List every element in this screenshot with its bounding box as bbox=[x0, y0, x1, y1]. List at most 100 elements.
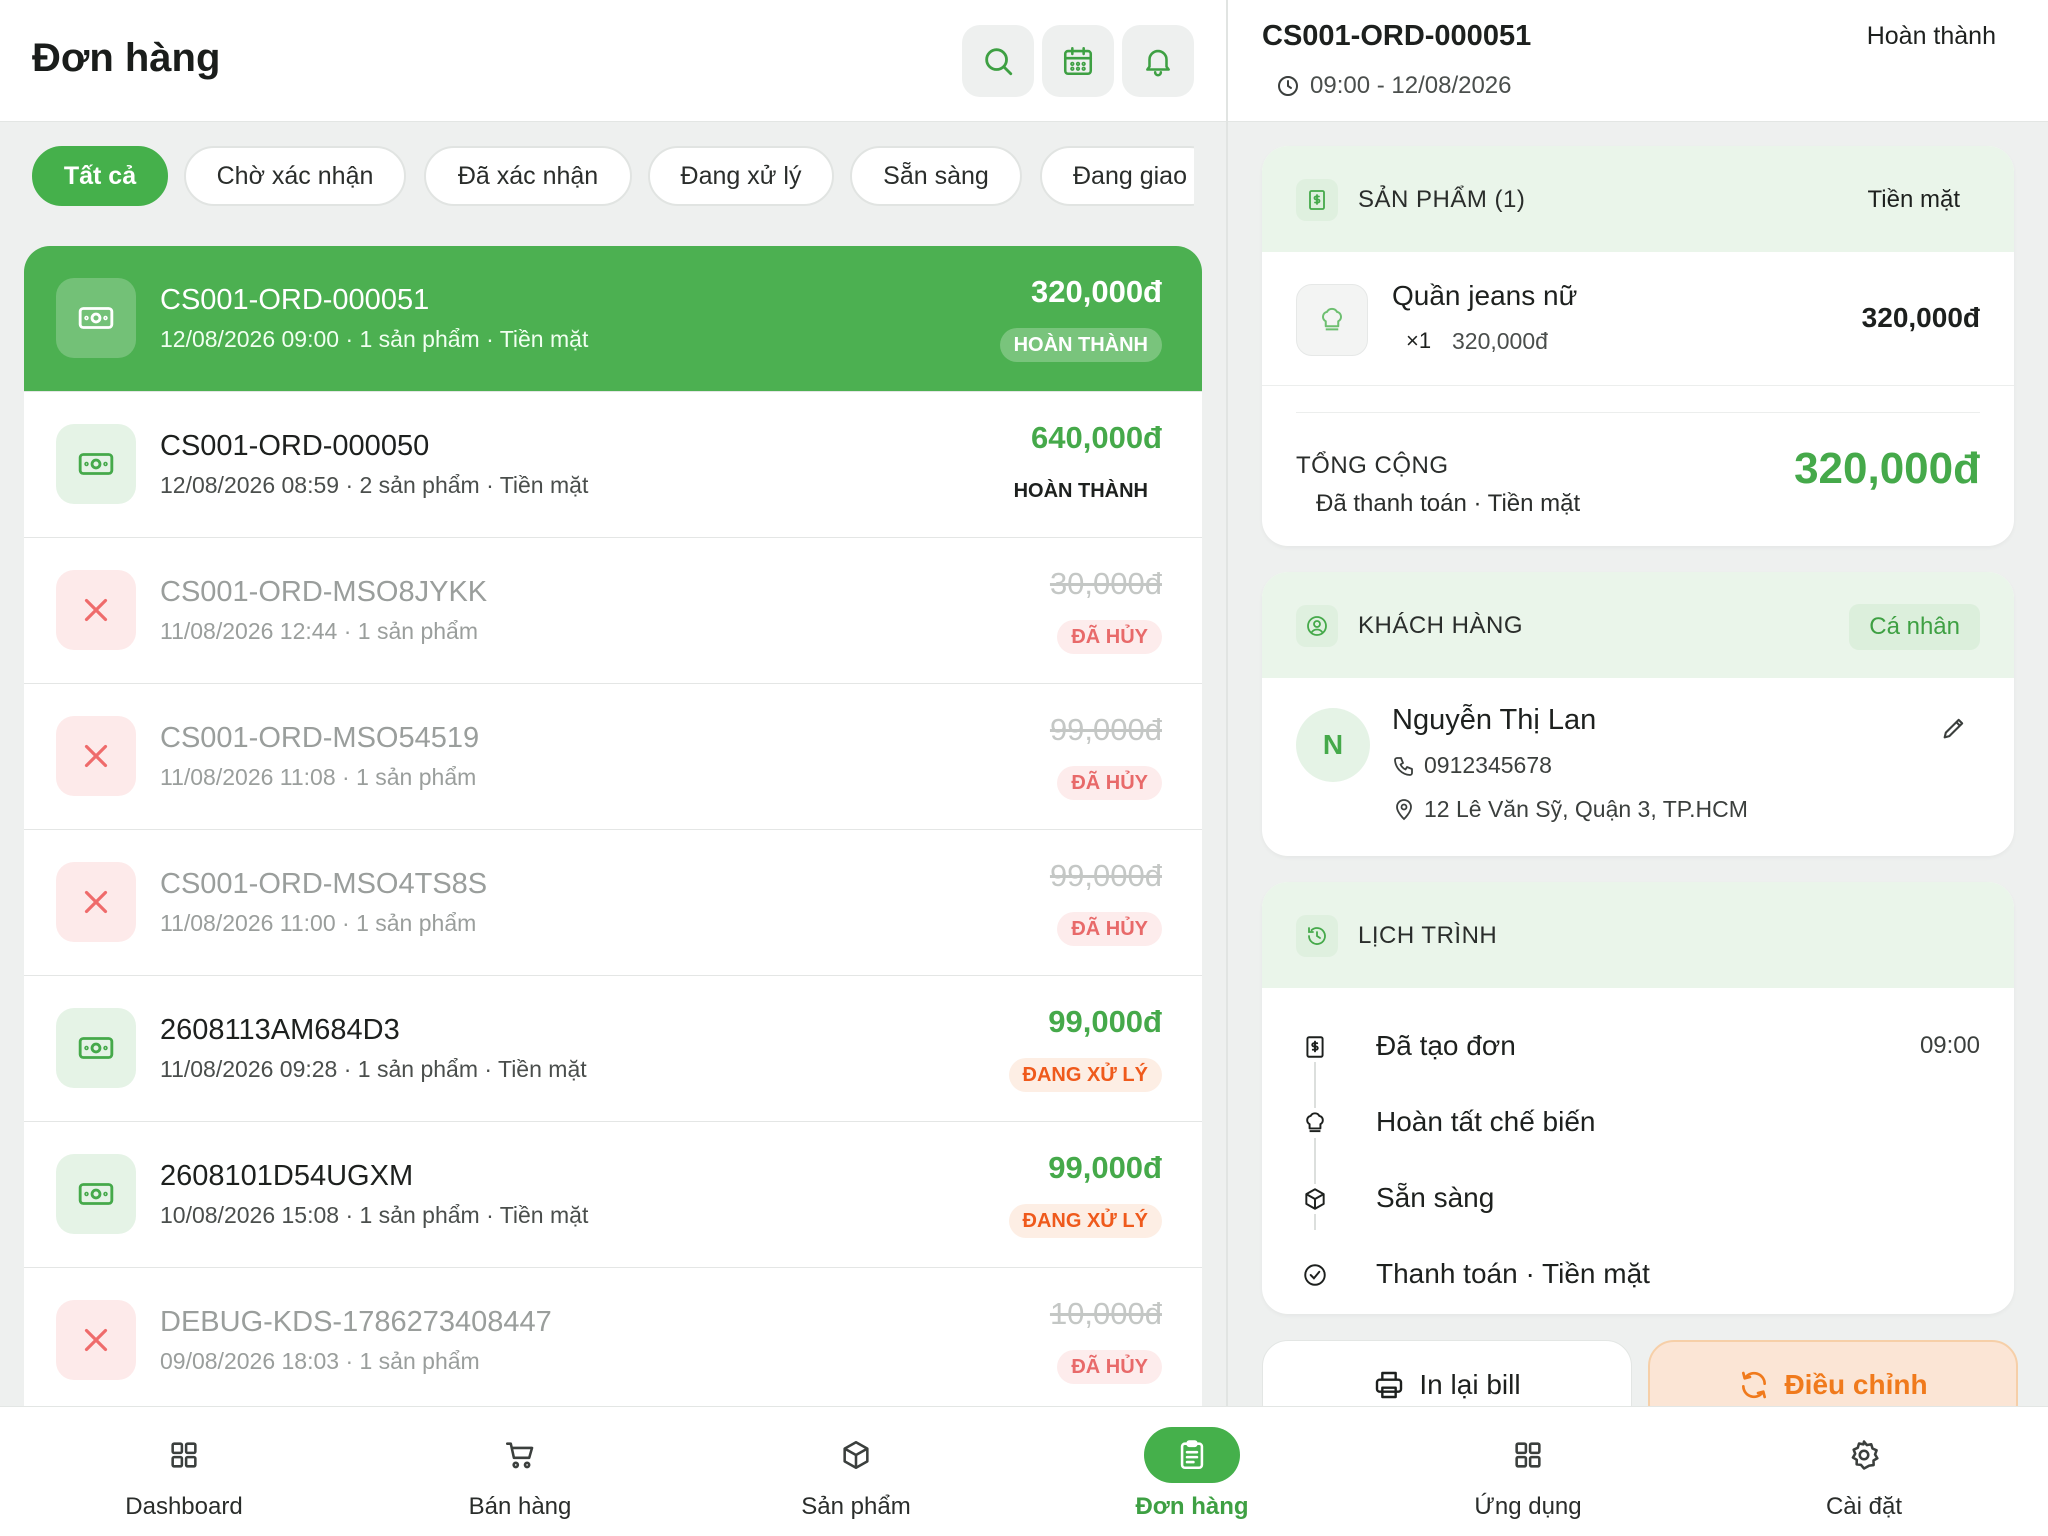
order-meta: 11/08/2026 11:08 · 1 sản phẩm bbox=[160, 764, 477, 790]
order-list: CS001-ORD-000051 12/08/2026 09:00 · 1 sả… bbox=[24, 246, 1202, 1406]
page-title: Đơn hàng bbox=[32, 36, 221, 80]
order-detail-pane: CS001-ORD-000051 Hoàn thành 09:00 - 12/0… bbox=[1228, 0, 2048, 1406]
order-price: 99,000đ bbox=[1048, 1004, 1162, 1039]
filter-chip-delivering[interactable]: Đang giao bbox=[1040, 146, 1194, 206]
nav-item-sales[interactable]: Bán hàng bbox=[350, 1407, 690, 1536]
search-button[interactable] bbox=[962, 25, 1034, 97]
receipt-icon bbox=[1296, 179, 1338, 221]
filter-chip-all[interactable]: Tất cả bbox=[32, 146, 168, 206]
check-circle-icon bbox=[1300, 1260, 1330, 1290]
order-price: 640,000đ bbox=[1031, 420, 1162, 455]
timeline-item: Đã tạo đơn 09:00 bbox=[1262, 1018, 2014, 1074]
detail-header: CS001-ORD-000051 Hoàn thành 09:00 - 12/0… bbox=[1228, 0, 2048, 122]
order-row[interactable]: CS001-ORD-000051 12/08/2026 09:00 · 1 sả… bbox=[24, 246, 1202, 392]
order-row[interactable]: CS001-ORD-000050 12/08/2026 08:59 · 2 sả… bbox=[24, 392, 1202, 538]
cash-icon bbox=[56, 278, 136, 358]
adjust-order-button[interactable]: Điều chỉnh bbox=[1648, 1340, 2018, 1406]
calendar-icon bbox=[1063, 46, 1093, 76]
filter-chip-processing[interactable]: Đang xử lý bbox=[648, 146, 834, 206]
order-row[interactable]: CS001-ORD-MSO54519 11/08/2026 11:08 · 1 … bbox=[24, 684, 1202, 830]
close-icon bbox=[56, 862, 136, 942]
box-icon bbox=[808, 1427, 904, 1483]
order-meta: 11/08/2026 12:44 · 1 sản phẩm bbox=[160, 618, 478, 644]
product-line-total: 320,000đ bbox=[1861, 302, 1980, 333]
printer-icon bbox=[1376, 1371, 1403, 1399]
customer-address: 12 Lê Văn Sỹ, Quận 3, TP.HCM bbox=[1392, 796, 1748, 823]
timeline-card-header: LỊCH TRÌNH bbox=[1262, 882, 2014, 988]
close-icon bbox=[56, 570, 136, 650]
edit-customer-button[interactable] bbox=[1934, 708, 1974, 748]
timeline-card: LỊCH TRÌNH Đã tạo đơn 09:00 Hoàn tất chế… bbox=[1262, 882, 2014, 1314]
filter-chip-ready[interactable]: Sẵn sàng bbox=[850, 146, 1022, 206]
total-divider bbox=[1296, 412, 1980, 413]
chef-hat-icon bbox=[1296, 284, 1368, 356]
status-badge: HOÀN THÀNH bbox=[999, 328, 1162, 362]
clock-icon bbox=[1278, 76, 1298, 96]
phone-icon bbox=[1394, 756, 1413, 776]
search-icon bbox=[985, 48, 1013, 76]
nav-label: Sản phẩm bbox=[801, 1493, 911, 1520]
product-item: Quần jeans nữ ×1 320,000đ 320,000đ bbox=[1262, 252, 2014, 386]
cart-icon bbox=[472, 1427, 568, 1483]
total-payment-status: Đã thanh toán · Tiền mặt bbox=[1316, 490, 1581, 517]
products-card: SẢN PHẨM (1) Tiền mặt Quần jeans nữ ×1 3… bbox=[1262, 146, 2014, 546]
order-id: CS001-ORD-MSO54519 bbox=[160, 722, 480, 754]
nav-label: Ứng dụng bbox=[1474, 1493, 1582, 1520]
customer-phone-text: 0912345678 bbox=[1424, 752, 1552, 778]
order-price: 30,000đ bbox=[1049, 566, 1162, 601]
nav-label: Đơn hàng bbox=[1135, 1493, 1249, 1520]
order-price: 10,000đ bbox=[1049, 1296, 1162, 1331]
history-icon bbox=[1296, 915, 1338, 957]
detail-time: 09:00 - 12/08/2026 bbox=[1276, 72, 1512, 100]
order-price: 320,000đ bbox=[1031, 274, 1162, 309]
order-row[interactable]: 2608101D54UGXM 10/08/2026 15:08 · 1 sản … bbox=[24, 1122, 1202, 1268]
order-id: DEBUG-KDS-1786273408447 bbox=[160, 1306, 552, 1338]
clipboard-icon bbox=[1144, 1427, 1240, 1483]
reprint-bill-button[interactable]: In lại bill bbox=[1262, 1340, 1632, 1406]
order-meta: 12/08/2026 09:00 · 1 sản phẩm · Tiền mặt bbox=[160, 326, 589, 352]
nav-item-orders[interactable]: Đơn hàng bbox=[1022, 1407, 1362, 1536]
map-pin-icon bbox=[1396, 798, 1412, 820]
order-meta: 12/08/2026 08:59 · 2 sản phẩm · Tiền mặt bbox=[160, 472, 589, 498]
filter-chip-pending[interactable]: Chờ xác nhận bbox=[184, 146, 406, 206]
status-filter-bar: Tất cả Chờ xác nhận Đã xác nhận Đang xử … bbox=[32, 146, 1194, 206]
calendar-button[interactable] bbox=[1042, 25, 1114, 97]
nav-item-dashboard[interactable]: Dashboard bbox=[14, 1407, 354, 1536]
status-badge: ĐANG XỬ LÝ bbox=[1008, 1204, 1162, 1238]
close-icon bbox=[56, 716, 136, 796]
nav-item-settings[interactable]: Cài đặt bbox=[1694, 1407, 2034, 1536]
adjust-order-label: Điều chỉnh bbox=[1784, 1369, 1928, 1400]
nav-label: Bán hàng bbox=[468, 1493, 572, 1520]
status-badge: ĐÃ HỦY bbox=[1057, 620, 1162, 654]
product-quantity: ×1 bbox=[1406, 328, 1432, 353]
orders-header: Đơn hàng bbox=[0, 0, 1226, 122]
order-meta: 11/08/2026 11:00 · 1 sản phẩm bbox=[160, 910, 477, 936]
orders-pane: Đơn hàng Tất cả Chờ xác nhận Đã xác nhận… bbox=[0, 0, 1226, 1406]
order-row[interactable]: 2608113AM684D3 11/08/2026 09:28 · 1 sản … bbox=[24, 976, 1202, 1122]
customer-address-text: 12 Lê Văn Sỹ, Quận 3, TP.HCM bbox=[1424, 796, 1748, 822]
total-amount: 320,000đ bbox=[1794, 444, 1980, 493]
order-row[interactable]: DEBUG-KDS-1786273408447 09/08/2026 18:03… bbox=[24, 1268, 1202, 1406]
package-icon bbox=[1300, 1184, 1330, 1214]
nav-item-products[interactable]: Sản phẩm bbox=[686, 1407, 1026, 1536]
timeline-title: LỊCH TRÌNH bbox=[1358, 922, 1498, 949]
timeline-label: Đã tạo đơn bbox=[1376, 1030, 1516, 1061]
payment-method: Tiền mặt bbox=[1867, 186, 1960, 213]
customer-type-badge[interactable]: Cá nhân bbox=[1849, 604, 1980, 650]
order-row[interactable]: CS001-ORD-MSO4TS8S 11/08/2026 11:00 · 1 … bbox=[24, 830, 1202, 976]
order-row[interactable]: CS001-ORD-MSO8JYKK 11/08/2026 12:44 · 1 … bbox=[24, 538, 1202, 684]
customer-name: Nguyễn Thị Lan bbox=[1392, 704, 1597, 736]
product-name: Quần jeans nữ bbox=[1392, 280, 1578, 311]
bottom-navigation: Dashboard Bán hàng Sản phẩm Đơn hàng Ứng… bbox=[0, 1406, 2048, 1536]
order-id: 2608101D54UGXM bbox=[160, 1160, 414, 1192]
customer-info: N Nguyễn Thị Lan 0912345678 12 Lê Văn Sỹ… bbox=[1262, 678, 2014, 856]
order-price: 99,000đ bbox=[1049, 712, 1162, 747]
timeline-time: 09:00 bbox=[1919, 1032, 1980, 1059]
filter-chip-confirmed[interactable]: Đã xác nhận bbox=[424, 146, 632, 206]
timeline-item: Thanh toán · Tiền mặt bbox=[1262, 1246, 2014, 1302]
notifications-button[interactable] bbox=[1122, 25, 1194, 97]
nav-label: Cài đặt bbox=[1825, 1493, 1903, 1520]
close-icon bbox=[56, 1300, 136, 1380]
nav-item-apps[interactable]: Ứng dụng bbox=[1358, 1407, 1698, 1536]
timeline-label: Thanh toán · Tiền mặt bbox=[1376, 1258, 1650, 1289]
